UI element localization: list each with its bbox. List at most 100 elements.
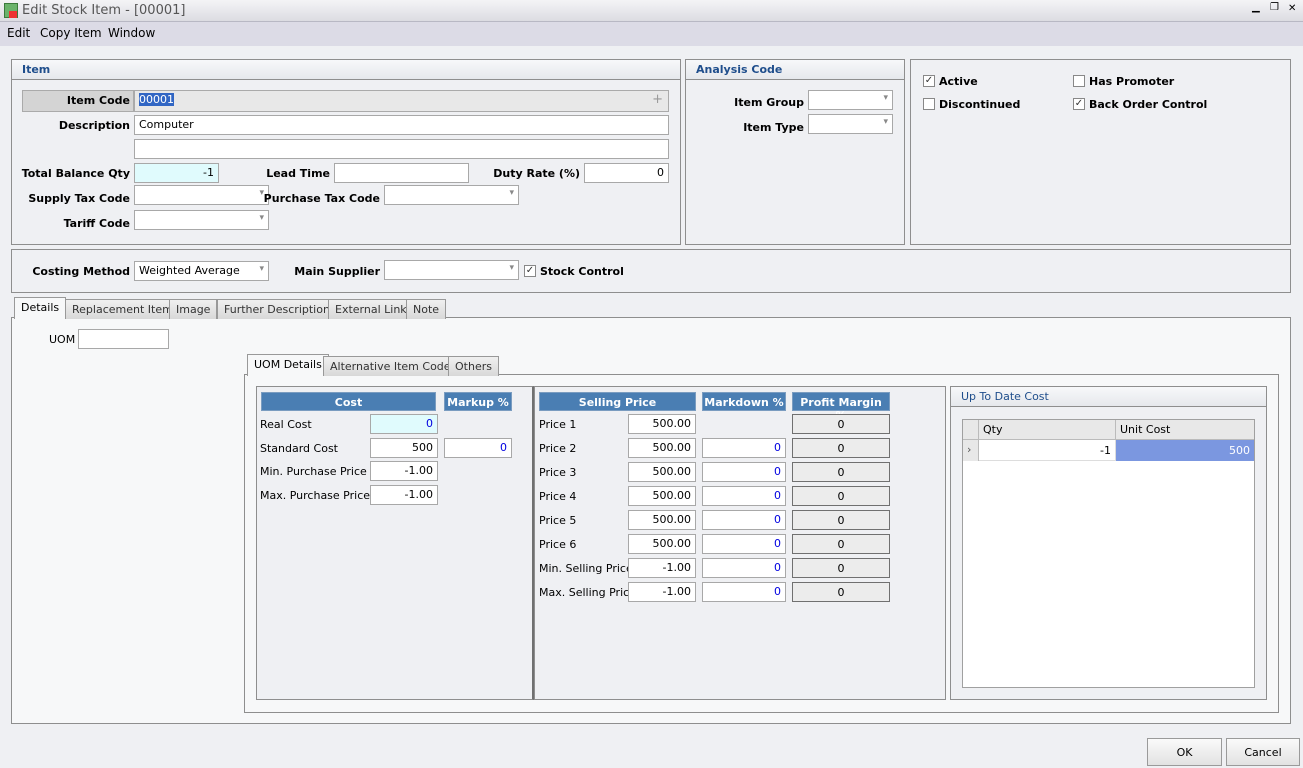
uom-label: UOM: [49, 333, 76, 346]
selling-row-label: Price 5: [539, 514, 577, 527]
uom-field[interactable]: [78, 329, 169, 349]
profit-margin-field: 0: [792, 486, 890, 506]
cost-row-label: Real Cost: [260, 418, 312, 431]
item-group-dropdown[interactable]: [808, 90, 893, 110]
restore-button[interactable]: ❐: [1270, 2, 1279, 13]
duty-rate-label: Duty Rate (%): [493, 167, 580, 180]
supply-tax-code-dropdown[interactable]: [134, 185, 269, 205]
selling-price-field[interactable]: 500.00: [628, 510, 696, 530]
unit-cost-cell[interactable]: 500: [1116, 440, 1254, 461]
qty-cell[interactable]: -1: [979, 440, 1116, 461]
active-checkbox[interactable]: ✓: [923, 75, 935, 87]
tab-alternative-item-code[interactable]: Alternative Item Code: [323, 356, 458, 376]
stock-control-checkbox[interactable]: ✓: [524, 265, 536, 277]
app-icon: [4, 3, 18, 18]
cost-value-field[interactable]: 500: [370, 438, 438, 458]
markup-field[interactable]: 0: [444, 438, 512, 458]
tab-replacement-item[interactable]: Replacement Item: [65, 299, 180, 319]
selling-row-label: Min. Selling Price: [539, 562, 633, 575]
item-group-label: Item Group: [734, 96, 804, 109]
lead-time-label: Lead Time: [266, 167, 330, 180]
back-order-control-checkbox[interactable]: ✓: [1073, 98, 1085, 110]
selling-price-field[interactable]: -1.00: [628, 582, 696, 602]
tariff-code-label: Tariff Code: [63, 217, 130, 230]
purchase-tax-code-dropdown[interactable]: [384, 185, 519, 205]
cancel-button[interactable]: Cancel: [1226, 738, 1300, 766]
supply-tax-code-label: Supply Tax Code: [28, 192, 130, 205]
cost-row-label: Min. Purchase Price: [260, 465, 367, 478]
total-balance-qty-field: -1: [134, 163, 219, 183]
cost-row-label: Max. Purchase Price: [260, 489, 371, 502]
selling-row-label: Price 6: [539, 538, 577, 551]
lead-time-field[interactable]: [334, 163, 469, 183]
close-button[interactable]: ✕: [1288, 3, 1296, 14]
purchase-tax-code-label: Purchase Tax Code: [263, 192, 380, 205]
menu-copy-item[interactable]: Copy Item: [40, 26, 102, 40]
main-supplier-dropdown[interactable]: [384, 260, 519, 280]
cost-value-field[interactable]: -1.00: [370, 485, 438, 505]
has-promoter-checkbox[interactable]: [1073, 75, 1085, 87]
profit-margin-header: Profit Margin %: [792, 392, 890, 422]
tab-note[interactable]: Note: [406, 299, 447, 319]
menu-bar: Edit Copy Item Window: [0, 22, 1303, 46]
window-title: Edit Stock Item - [00001]: [22, 3, 186, 18]
item-type-label: Item Type: [743, 121, 804, 134]
cost-header: Cost: [261, 392, 436, 411]
tab-external-link[interactable]: External Link: [328, 299, 414, 319]
duty-rate-field[interactable]: 0: [584, 163, 669, 183]
discontinued-checkbox[interactable]: [923, 98, 935, 110]
title-bar: Edit Stock Item - [00001] ▁ ❐ ✕: [0, 0, 1303, 22]
markdown-field[interactable]: 0: [702, 510, 786, 530]
costing-method-value: Weighted Average: [139, 264, 240, 277]
markdown-field[interactable]: 0: [702, 438, 786, 458]
menu-window[interactable]: Window: [108, 26, 155, 40]
back-order-control-label: Back Order Control: [1089, 98, 1208, 111]
tariff-code-dropdown[interactable]: [134, 210, 269, 230]
total-balance-qty-label: Total Balance Qty: [21, 167, 130, 180]
qty-column-header[interactable]: Qty: [979, 420, 1116, 440]
has-promoter-label: Has Promoter: [1089, 75, 1175, 88]
selling-price-field[interactable]: 500.00: [628, 486, 696, 506]
item-code-value: 00001: [139, 93, 174, 106]
tab-further-description[interactable]: Further Description: [217, 299, 337, 319]
cost-value-field[interactable]: -1.00: [370, 461, 438, 481]
cost-grid[interactable]: Qty Unit Cost › -1 500: [962, 419, 1255, 688]
costing-method-dropdown[interactable]: Weighted Average: [134, 261, 269, 281]
profit-margin-field: 0: [792, 438, 890, 458]
analysis-code-header: Analysis Code: [686, 60, 904, 80]
tab-uom-details[interactable]: UOM Details: [247, 354, 329, 376]
markdown-field[interactable]: 0: [702, 558, 786, 578]
tab-others[interactable]: Others: [448, 356, 499, 376]
plus-icon[interactable]: +: [652, 92, 663, 107]
description-label: Description: [58, 119, 130, 132]
ok-button[interactable]: OK: [1147, 738, 1222, 766]
item-code-label: Item Code: [66, 94, 130, 107]
main-supplier-label: Main Supplier: [294, 265, 380, 278]
description2-field[interactable]: [134, 139, 669, 159]
cost-row-label: Standard Cost: [260, 442, 338, 455]
menu-edit[interactable]: Edit: [7, 26, 30, 40]
row-indicator-icon: ›: [963, 440, 979, 461]
markdown-field[interactable]: 0: [702, 486, 786, 506]
selling-price-field[interactable]: 500.00: [628, 534, 696, 554]
markdown-field[interactable]: 0: [702, 534, 786, 554]
profit-margin-field: 0: [792, 510, 890, 530]
selling-price-field[interactable]: -1.00: [628, 558, 696, 578]
selling-row-label: Price 3: [539, 466, 577, 479]
tab-details[interactable]: Details: [14, 297, 67, 319]
selling-price-field[interactable]: 500.00: [628, 414, 696, 434]
description-field[interactable]: Computer: [134, 115, 669, 135]
item-type-dropdown[interactable]: [808, 114, 893, 134]
tab-image[interactable]: Image: [169, 299, 218, 319]
profit-margin-field: 0: [792, 414, 890, 434]
selling-price-field[interactable]: 500.00: [628, 462, 696, 482]
markdown-field[interactable]: 0: [702, 582, 786, 602]
markdown-field[interactable]: 0: [702, 462, 786, 482]
item-code-field[interactable]: 00001 +: [134, 90, 669, 112]
unit-cost-column-header[interactable]: Unit Cost: [1116, 420, 1254, 440]
profit-margin-field: 0: [792, 534, 890, 554]
selling-price-field[interactable]: 500.00: [628, 438, 696, 458]
selling-row-label: Price 1: [539, 418, 577, 431]
minimize-button[interactable]: ▁: [1252, 2, 1260, 13]
selling-price-header: Selling Price: [539, 392, 696, 411]
